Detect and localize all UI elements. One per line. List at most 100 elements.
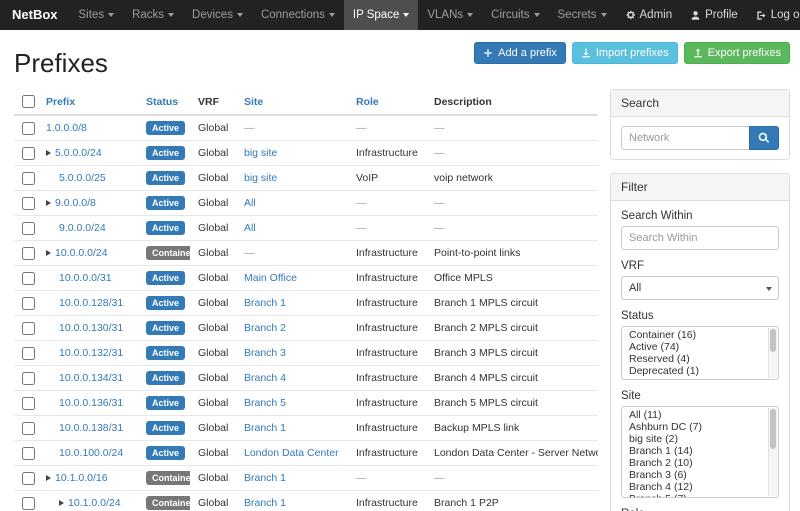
prefix-link[interactable]: 9.0.0.0/24 bbox=[59, 222, 106, 234]
nav-item-circuits[interactable]: Circuits bbox=[482, 0, 548, 30]
row-checkbox[interactable] bbox=[22, 272, 35, 285]
multiselect-option[interactable]: Active (74) bbox=[622, 341, 768, 353]
site-cell: All bbox=[236, 191, 348, 216]
multiselect-option[interactable]: Branch 2 (10) bbox=[622, 457, 768, 469]
multiselect-option[interactable]: big site (2) bbox=[622, 433, 768, 445]
row-select-cell bbox=[14, 391, 38, 416]
site-link[interactable]: Branch 3 bbox=[244, 347, 286, 359]
nav-item-devices[interactable]: Devices bbox=[183, 0, 252, 30]
row-checkbox[interactable] bbox=[22, 222, 35, 235]
site-link[interactable]: Branch 1 bbox=[244, 297, 286, 309]
row-checkbox[interactable] bbox=[22, 372, 35, 385]
row-checkbox[interactable] bbox=[22, 247, 35, 260]
site-link[interactable]: Branch 1 bbox=[244, 472, 286, 484]
site-link[interactable]: All bbox=[244, 197, 256, 209]
vrf-cell: Global bbox=[190, 366, 236, 391]
row-checkbox[interactable] bbox=[22, 497, 35, 510]
prefix-link[interactable]: 10.0.0.132/31 bbox=[59, 347, 123, 359]
multiselect-option[interactable]: Branch 4 (12) bbox=[622, 481, 768, 493]
multiselect-option[interactable]: Branch 5 (7) bbox=[622, 493, 768, 498]
prefix-link[interactable]: 10.0.0.138/31 bbox=[59, 422, 123, 434]
prefix-link[interactable]: 5.0.0.0/25 bbox=[59, 172, 106, 184]
scrollbar[interactable] bbox=[768, 328, 777, 378]
nav-item-secrets[interactable]: Secrets bbox=[549, 0, 616, 30]
multiselect-option[interactable]: Container (16) bbox=[622, 329, 768, 341]
prefix-link[interactable]: 9.0.0.0/8 bbox=[55, 197, 96, 209]
column-header-site[interactable]: Site bbox=[236, 89, 348, 115]
multiselect-option[interactable]: Branch 1 (14) bbox=[622, 445, 768, 457]
nav-item-sites[interactable]: Sites bbox=[70, 0, 124, 30]
select-all-checkbox[interactable] bbox=[22, 95, 35, 108]
prefix-link[interactable]: 10.1.0.0/24 bbox=[68, 497, 121, 509]
prefix-link[interactable]: 10.0.0.136/31 bbox=[59, 397, 123, 409]
site-link[interactable]: London Data Center bbox=[244, 447, 339, 459]
nav-item-connections[interactable]: Connections bbox=[252, 0, 344, 30]
nav-item-vlans[interactable]: VLANs bbox=[418, 0, 482, 30]
nav-item-ip-space[interactable]: IP Space bbox=[344, 0, 418, 30]
row-checkbox[interactable] bbox=[22, 297, 35, 310]
site-link[interactable]: Main Office bbox=[244, 272, 297, 284]
prefix-link[interactable]: 10.0.0.0/24 bbox=[55, 247, 108, 259]
prefix-link[interactable]: 10.1.0.0/16 bbox=[55, 472, 108, 484]
filter-select-vrf[interactable]: All bbox=[621, 276, 779, 300]
search-input[interactable] bbox=[621, 126, 749, 150]
prefix-link[interactable]: 5.0.0.0/24 bbox=[55, 147, 102, 159]
row-checkbox[interactable] bbox=[22, 447, 35, 460]
multiselect-option[interactable]: Deprecated (1) bbox=[622, 365, 768, 377]
status-cell: Container bbox=[138, 466, 190, 491]
row-checkbox[interactable] bbox=[22, 397, 35, 410]
description-cell: London Data Center - Server Network bbox=[426, 441, 598, 466]
scrollbar-thumb[interactable] bbox=[770, 409, 776, 449]
row-checkbox[interactable] bbox=[22, 147, 35, 160]
multiselect-option[interactable]: Branch 3 (6) bbox=[622, 469, 768, 481]
site-cell: Branch 4 bbox=[236, 366, 348, 391]
app-logo[interactable]: NetBox bbox=[0, 0, 70, 30]
scrollbar-thumb[interactable] bbox=[770, 329, 776, 352]
row-checkbox[interactable] bbox=[22, 422, 35, 435]
table-row: 10.0.0.130/31ActiveGlobalBranch 2Infrast… bbox=[14, 316, 598, 341]
search-button[interactable] bbox=[749, 126, 779, 150]
add-a-prefix-button[interactable]: Add a prefix bbox=[474, 42, 566, 64]
site-link[interactable]: Branch 1 bbox=[244, 422, 286, 434]
multiselect-option[interactable]: Ashburn DC (7) bbox=[622, 421, 768, 433]
column-header-role[interactable]: Role bbox=[348, 89, 426, 115]
prefix-link[interactable]: 10.0.0.130/31 bbox=[59, 322, 123, 334]
prefix-link[interactable]: 10.0.0.134/31 bbox=[59, 372, 123, 384]
prefix-link[interactable]: 10.0.0.0/31 bbox=[59, 272, 112, 284]
nav-item-racks[interactable]: Racks bbox=[123, 0, 183, 30]
prefix-link[interactable]: 10.0.100.0/24 bbox=[59, 447, 123, 459]
nav-log-out[interactable]: Log out bbox=[747, 0, 800, 30]
row-checkbox[interactable] bbox=[22, 122, 35, 135]
multiselect-option[interactable]: All (11) bbox=[622, 409, 768, 421]
import-prefixes-button[interactable]: Import prefixes bbox=[572, 42, 678, 64]
prefix-link[interactable]: 10.0.0.128/31 bbox=[59, 297, 123, 309]
row-checkbox[interactable] bbox=[22, 197, 35, 210]
multiselect-option[interactable]: Reserved (4) bbox=[622, 353, 768, 365]
scrollbar[interactable] bbox=[768, 408, 777, 496]
filter-multiselect-site[interactable]: All (11)Ashburn DC (7)big site (2)Branch… bbox=[621, 406, 779, 498]
navbar-menu: SitesRacksDevicesConnectionsIP SpaceVLAN… bbox=[70, 0, 616, 30]
chevron-down-icon bbox=[237, 13, 243, 17]
site-link[interactable]: Branch 2 bbox=[244, 322, 286, 334]
row-checkbox[interactable] bbox=[22, 472, 35, 485]
site-link[interactable]: Branch 5 bbox=[244, 397, 286, 409]
export-prefixes-button[interactable]: Export prefixes bbox=[684, 42, 790, 64]
filter-panel-title: Filter bbox=[611, 174, 789, 201]
site-link[interactable]: big site bbox=[244, 172, 277, 184]
sidebar: Search Filter Search WithinVRFAllStatusC… bbox=[610, 89, 790, 511]
column-header-prefix[interactable]: Prefix bbox=[38, 89, 138, 115]
nav-admin[interactable]: Admin bbox=[616, 0, 682, 30]
row-checkbox[interactable] bbox=[22, 322, 35, 335]
site-link[interactable]: Branch 1 bbox=[244, 497, 286, 509]
nav-item-label: Profile bbox=[705, 0, 738, 30]
row-checkbox[interactable] bbox=[22, 347, 35, 360]
nav-profile[interactable]: Profile bbox=[681, 0, 747, 30]
filter-input-search-within[interactable] bbox=[621, 226, 779, 250]
column-header-status[interactable]: Status bbox=[138, 89, 190, 115]
prefix-link[interactable]: 1.0.0.0/8 bbox=[46, 122, 87, 134]
site-link[interactable]: All bbox=[244, 222, 256, 234]
row-checkbox[interactable] bbox=[22, 172, 35, 185]
site-link[interactable]: Branch 4 bbox=[244, 372, 286, 384]
site-link[interactable]: big site bbox=[244, 147, 277, 159]
filter-multiselect-status[interactable]: Container (16)Active (74)Reserved (4)Dep… bbox=[621, 326, 779, 380]
